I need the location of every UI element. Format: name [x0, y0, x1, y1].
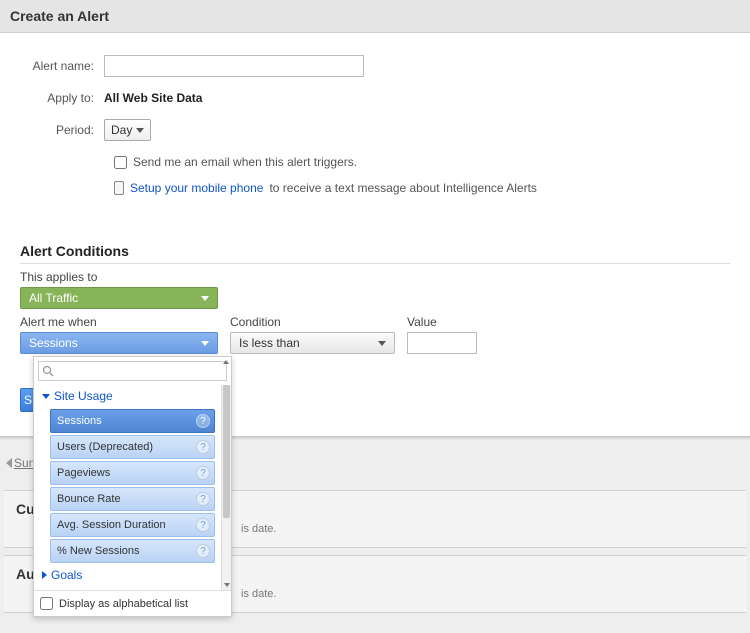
value-label: Value — [407, 315, 477, 329]
condition-label: Condition — [230, 315, 395, 329]
metric-item-bounce-rate[interactable]: Bounce Rate? — [50, 487, 215, 511]
custom-alerts-note: is date. — [241, 523, 734, 535]
breadcrumb: Sun — [6, 456, 35, 470]
chevron-down-icon — [201, 341, 209, 346]
chevron-down-icon — [201, 296, 209, 301]
alert-when-dropdown[interactable]: Sessions — [20, 332, 218, 354]
period-select[interactable]: Day — [104, 119, 151, 141]
metric-item-new-sessions[interactable]: % New Sessions? — [50, 539, 215, 563]
help-icon[interactable]: ? — [196, 518, 210, 532]
chevron-down-icon — [224, 583, 230, 587]
alert-conditions-heading: Alert Conditions — [20, 243, 730, 259]
metric-group-site-usage[interactable]: Site Usage — [40, 385, 215, 407]
applies-to-value: All Traffic — [29, 291, 78, 305]
metric-group-label: Goals — [51, 568, 82, 582]
email-checkbox-label: Send me an email when this alert trigger… — [133, 155, 357, 169]
help-icon[interactable]: ? — [196, 466, 210, 480]
email-checkbox[interactable] — [114, 156, 127, 169]
auto-alerts-note: is date. — [241, 588, 734, 600]
alert-name-label: Alert name: — [20, 59, 104, 73]
value-input[interactable] — [407, 332, 477, 354]
page-title: Create an Alert — [0, 0, 750, 33]
metric-picker-panel: Site Usage Sessions? Users (Deprecated)?… — [33, 356, 232, 617]
phone-suffix-text: to receive a text message about Intellig… — [269, 181, 537, 195]
collapse-up-icon[interactable] — [223, 360, 229, 364]
metric-item-users[interactable]: Users (Deprecated)? — [50, 435, 215, 459]
metric-list: Site Usage Sessions? Users (Deprecated)?… — [34, 385, 221, 590]
phone-icon — [114, 181, 124, 195]
help-icon[interactable]: ? — [196, 544, 210, 558]
search-icon — [42, 365, 54, 377]
alert-form: Alert name: Apply to: All Web Site Data … — [0, 33, 750, 205]
scrollbar[interactable] — [221, 385, 231, 590]
alert-conditions-section: Alert Conditions This applies to All Tra… — [0, 243, 750, 354]
metric-item-avg-session[interactable]: Avg. Session Duration? — [50, 513, 215, 537]
alert-when-value: Sessions — [29, 336, 78, 350]
alphabetical-checkbox[interactable] — [40, 597, 53, 610]
metric-item-pageviews[interactable]: Pageviews? — [50, 461, 215, 485]
chevron-down-icon — [378, 341, 386, 346]
condition-dropdown[interactable]: Is less than — [230, 332, 395, 354]
help-icon[interactable]: ? — [196, 414, 210, 428]
apply-to-label: Apply to: — [20, 91, 104, 105]
help-icon[interactable]: ? — [196, 492, 210, 506]
alphabetical-label: Display as alphabetical list — [59, 598, 188, 610]
alert-when-label: Alert me when — [20, 315, 218, 329]
applies-to-dropdown[interactable]: All Traffic — [20, 287, 218, 309]
help-icon[interactable]: ? — [196, 440, 210, 454]
condition-value: Is less than — [239, 336, 300, 350]
divider — [20, 263, 730, 264]
chevron-right-icon — [42, 571, 47, 579]
applies-to-label: This applies to — [20, 270, 218, 284]
chevron-down-icon — [136, 128, 144, 133]
save-button[interactable]: S — [20, 388, 34, 412]
chevron-left-icon — [6, 458, 12, 468]
metric-group-label: Site Usage — [54, 389, 113, 403]
period-label: Period: — [20, 123, 104, 137]
alert-name-input[interactable] — [104, 55, 364, 77]
chevron-down-icon — [42, 394, 50, 399]
metric-item-sessions[interactable]: Sessions? — [50, 409, 215, 433]
period-value: Day — [111, 123, 132, 137]
metric-group-goals[interactable]: Goals — [40, 565, 215, 586]
scrollbar-thumb[interactable] — [223, 385, 230, 518]
apply-to-value: All Web Site Data — [104, 91, 202, 105]
metric-search-input[interactable] — [38, 361, 227, 381]
setup-phone-link[interactable]: Setup your mobile phone — [130, 181, 263, 195]
